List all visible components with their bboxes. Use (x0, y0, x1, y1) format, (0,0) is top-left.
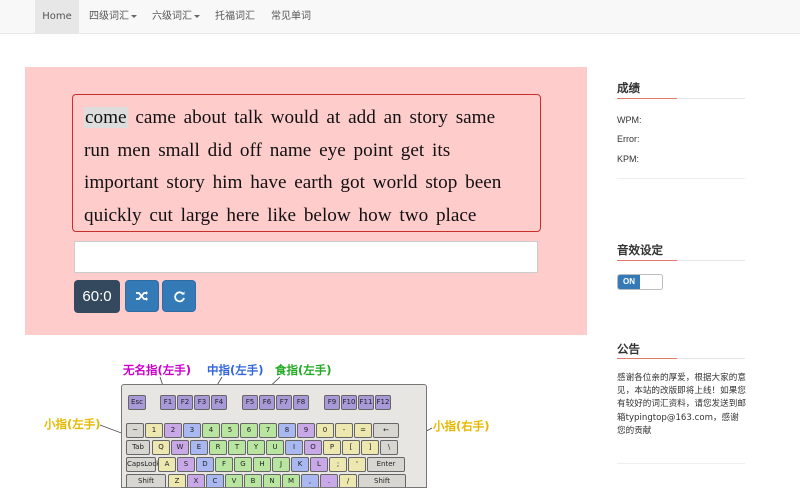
keyboard-key: F4 (211, 395, 227, 410)
keyboard-key: 0 (316, 423, 334, 438)
keyboard-key: P (323, 440, 341, 455)
keyboard-key: R (209, 440, 227, 455)
keyboard-key: 1 (145, 423, 163, 438)
keyboard-key: 9 (297, 423, 315, 438)
score-bottom-divider (617, 178, 745, 179)
keyboard-key: ← (373, 423, 399, 438)
keyboard-key: H (253, 457, 271, 472)
sound-divider (617, 260, 745, 261)
notice-bottom-divider (617, 463, 745, 464)
keyboard-key: O (304, 440, 322, 455)
keyboard-key: N (263, 474, 281, 487)
notice-section: 公告 (617, 341, 745, 357)
keyboard-key: 5 (221, 423, 239, 438)
keyboard-key: ' (348, 457, 366, 472)
keyboard-diagram: Esc F1 F2 F3 F4 F5 F6 F7 F8 F9 F10 F11 F12 ~1 2 3 4 5 6 7 8 9… (121, 384, 427, 488)
keyboard-key: I (285, 440, 303, 455)
keyboard-key: Y (247, 440, 265, 455)
keyboard-key: . (320, 474, 338, 487)
keyboard-key: W (171, 440, 189, 455)
keyboard-key: Enter (367, 457, 405, 472)
keyboard-key: D (196, 457, 214, 472)
keyboard-key: X (187, 474, 205, 487)
keyboard-key: ~ (126, 423, 144, 438)
keyboard-key: Shift (358, 474, 406, 487)
keyboard-key: T (228, 440, 246, 455)
keyboard-key: F12 (375, 395, 391, 410)
keyboard-key: = (354, 423, 372, 438)
notice-divider (617, 358, 745, 359)
keyboard-key: F11 (358, 395, 374, 410)
keyboard-key: Z (168, 474, 186, 487)
notice-text: 感谢各位亲的厚爱，根据大家的意见，本站的改版即将上线！如果您有较好的词汇资料，请… (617, 373, 746, 436)
score-title: 成绩 (617, 81, 640, 95)
sound-toggle-on-label: ON (618, 275, 640, 289)
keyboard-key: \ (380, 440, 398, 455)
keyboard-key: 8 (278, 423, 296, 438)
keyboard-key: E (190, 440, 208, 455)
sound-section: 音效设定 (617, 242, 745, 258)
keyboard-key: U (266, 440, 284, 455)
keyboard-key: B (244, 474, 262, 487)
keyboard-key: F7 (276, 395, 292, 410)
sound-title: 音效设定 (617, 243, 663, 257)
keyboard-key: Q (152, 440, 170, 455)
keyboard-key: / (339, 474, 357, 487)
keyboard-key: G (234, 457, 252, 472)
keyboard-key: Tab (126, 440, 150, 455)
keyboard-key: M (282, 474, 300, 487)
keyboard-key: - (335, 423, 353, 438)
keyboard-key: K (291, 457, 309, 472)
keyboard-key: F8 (293, 395, 309, 410)
keyboard-key: V (225, 474, 243, 487)
keyboard-key: 6 (240, 423, 258, 438)
keyboard-key: A (158, 457, 176, 472)
sound-toggle[interactable]: ON (617, 274, 663, 290)
keyboard-key: L (310, 457, 328, 472)
wpm-label: WPM: (617, 115, 642, 125)
keyboard-key: 4 (202, 423, 220, 438)
keyboard-key: ; (329, 457, 347, 472)
error-label: Error: (617, 134, 640, 144)
keyboard-key: Shift (126, 474, 166, 487)
keyboard-key: 3 (183, 423, 201, 438)
keyboard-key: [ (342, 440, 360, 455)
keyboard-key: F2 (177, 395, 193, 410)
keyboard-key: F10 (341, 395, 357, 410)
keyboard-key: F (215, 457, 233, 472)
score-section: 成绩 (617, 80, 745, 96)
keyboard-key: S (177, 457, 195, 472)
kpm-label: KPM: (617, 154, 640, 164)
keyboard-key: CapsLock (126, 457, 160, 472)
keyboard-key: F5 (242, 395, 258, 410)
keyboard-key: F9 (324, 395, 340, 410)
keyboard-key: ] (361, 440, 379, 455)
keyboard-key: 7 (259, 423, 277, 438)
keyboard-key: C (206, 474, 224, 487)
keyboard-key: F3 (194, 395, 210, 410)
keyboard-key: , (301, 474, 319, 487)
keyboard-key: F6 (259, 395, 275, 410)
score-divider (617, 98, 745, 99)
keyboard-key: 2 (164, 423, 182, 438)
keyboard-key: F1 (160, 395, 176, 410)
keyboard-key: Esc (128, 395, 146, 410)
notice-title: 公告 (617, 342, 640, 356)
keyboard-key: J (272, 457, 290, 472)
